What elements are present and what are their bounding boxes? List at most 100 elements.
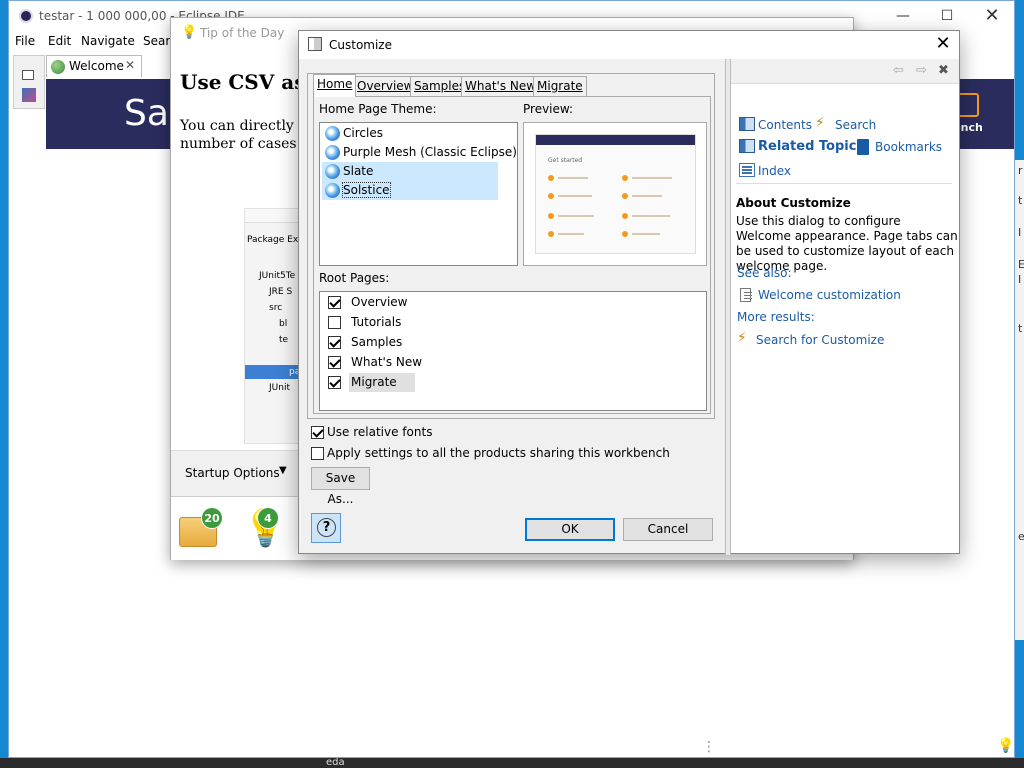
- back-arrow-icon[interactable]: ⇦: [893, 63, 904, 78]
- perspective-icon[interactable]: [22, 88, 36, 102]
- customize-icon: [308, 37, 322, 51]
- help-button[interactable]: ?: [311, 513, 341, 543]
- theme-label: Circles: [343, 126, 383, 140]
- preview-line: [558, 233, 584, 235]
- preview-bullet: [548, 175, 554, 181]
- related-topics-link[interactable]: Related Topics: [758, 139, 864, 154]
- tab-whats-new[interactable]: What's New: [461, 76, 541, 96]
- tip-bulb-icon[interactable]: 💡: [997, 738, 1014, 754]
- checkbox[interactable]: [328, 356, 341, 369]
- theme-item-solstice[interactable]: Solstice: [322, 181, 498, 200]
- welcome-banner-title: Sa: [124, 93, 169, 134]
- theme-icon: [325, 183, 340, 198]
- tip-body-line: You can directly u: [180, 118, 308, 134]
- search-for-customize-link[interactable]: Search for Customize: [756, 333, 884, 347]
- close-icon[interactable]: ✕: [929, 33, 957, 54]
- theme-item-slate[interactable]: Slate: [322, 162, 498, 181]
- taskbar-item[interactable]: eda: [326, 758, 345, 768]
- tab-migrate[interactable]: Migrate: [533, 76, 587, 96]
- tab-label: What's New: [465, 79, 537, 93]
- search-icon: ⚡: [737, 330, 747, 346]
- maximize-icon[interactable]: ☐: [924, 5, 970, 27]
- root-page-label: What's New: [351, 355, 423, 369]
- preview-label: Preview:: [523, 102, 574, 116]
- checkbox[interactable]: [328, 316, 341, 329]
- preview-line: [558, 177, 588, 179]
- theme-item-circles[interactable]: Circles: [322, 124, 498, 143]
- menu-edit[interactable]: Edit: [48, 34, 71, 48]
- more-results-label: More results:: [737, 310, 815, 324]
- count-badge: 4: [257, 507, 279, 529]
- taskbar: [0, 758, 1024, 768]
- welcome-icon: [51, 60, 65, 74]
- cancel-button[interactable]: Cancel: [623, 518, 713, 541]
- checkbox[interactable]: [311, 426, 324, 439]
- help-icon: ?: [317, 518, 336, 537]
- menu-file[interactable]: File: [15, 34, 35, 48]
- checkbox[interactable]: [328, 336, 341, 349]
- home-page-theme-label: Home Page Theme:: [319, 102, 437, 116]
- help-pane: ⇦ ⇨ ✖ Contents ⚡ Search Related Topics B…: [731, 59, 959, 553]
- edge-char: I: [1018, 226, 1022, 239]
- theme-icon: [325, 145, 340, 160]
- checkbox[interactable]: [311, 447, 324, 460]
- see-also-label: See also:: [737, 266, 792, 280]
- search-link[interactable]: Search: [835, 118, 876, 132]
- home-tab-content: Home Page Theme: Preview: Circles Purple…: [313, 96, 711, 414]
- checkbox[interactable]: [328, 376, 341, 389]
- search-icon: ⚡: [815, 115, 825, 131]
- count-badge: 20: [201, 507, 223, 529]
- index-icon: [739, 163, 755, 177]
- apply-settings-label: Apply settings to all the products shari…: [327, 446, 670, 460]
- dialog-titlebar: Customize ✕: [299, 31, 959, 59]
- ok-button[interactable]: OK: [525, 518, 615, 541]
- theme-label: Slate: [343, 164, 374, 178]
- startup-options-dropdown[interactable]: Startup Options: [185, 466, 280, 480]
- theme-list[interactable]: Circles Purple Mesh (Classic Eclipse) Sl…: [319, 122, 518, 266]
- edge-char: t: [1018, 322, 1023, 335]
- customize-settings-pane: Home Overview Samples What's New Migrate…: [307, 73, 715, 419]
- tab-overview[interactable]: Overview: [353, 76, 418, 96]
- theme-label: Solstice: [342, 182, 391, 198]
- bookmarks-link[interactable]: Bookmarks: [875, 140, 942, 154]
- left-trim-toolbar: [13, 55, 45, 109]
- chevron-down-icon[interactable]: ▼: [279, 465, 287, 476]
- tab-label: Samples: [414, 79, 466, 93]
- forward-arrow-icon[interactable]: ⇨: [916, 63, 927, 78]
- tab-welcome-label: Welcome: [69, 59, 124, 73]
- root-page-label: Tutorials: [351, 315, 402, 329]
- lightbulb-icon: 💡: [181, 25, 198, 40]
- tab-home[interactable]: Home: [313, 74, 357, 97]
- screenshot-label: Package Ex: [247, 235, 299, 245]
- minimize-icon[interactable]: —: [880, 5, 926, 27]
- about-text: Use this dialog to configure Welcome app…: [736, 214, 958, 273]
- close-help-icon[interactable]: ✖: [938, 63, 949, 78]
- preview-line: [632, 215, 670, 217]
- screenshot-label: bl: [279, 319, 288, 329]
- close-icon[interactable]: ✕: [969, 5, 1015, 27]
- document-icon: [740, 288, 752, 302]
- restore-icon[interactable]: [22, 70, 34, 80]
- tab-welcome[interactable]: Welcome ✕: [46, 55, 142, 77]
- use-relative-fonts-label: Use relative fonts: [327, 425, 433, 439]
- theme-item-purple-mesh[interactable]: Purple Mesh (Classic Eclipse): [322, 143, 517, 162]
- save-as-button[interactable]: Save As...: [311, 467, 370, 506]
- status-bar-grip-icon: ⋮: [702, 739, 716, 755]
- index-link[interactable]: Index: [758, 164, 791, 178]
- dialog-title: Customize: [329, 38, 392, 52]
- checkbox[interactable]: [328, 296, 341, 309]
- preview-line: [632, 177, 672, 179]
- menu-navigate[interactable]: Navigate: [81, 34, 135, 48]
- screenshot-label: JUnit: [269, 383, 290, 393]
- help-separator: [736, 183, 952, 184]
- contents-link[interactable]: Contents: [758, 118, 812, 132]
- bookmark-icon: [857, 139, 869, 155]
- welcome-customization-link[interactable]: Welcome customization: [758, 288, 901, 302]
- root-pages-list: Overview Tutorials Samples What's New Mi…: [319, 291, 707, 411]
- background-window-edge: r t I E I t e: [1015, 160, 1024, 640]
- close-tab-icon[interactable]: ✕: [125, 58, 135, 72]
- preview-bullet: [548, 213, 554, 219]
- tip-heading: Use CSV as: [180, 70, 306, 94]
- root-pages-label: Root Pages:: [319, 271, 390, 285]
- preview-line: [632, 195, 662, 197]
